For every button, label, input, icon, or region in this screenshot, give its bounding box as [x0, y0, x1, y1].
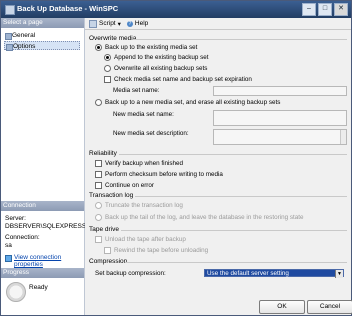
check-name-expiration-option[interactable]: Check media set name and backup set expi… [104, 76, 252, 83]
truncate-log-option[interactable]: Truncate the transaction log [95, 202, 183, 209]
unload-tape-label: Unload the tape after backup [105, 236, 186, 243]
minimize-button[interactable]: – [302, 3, 316, 16]
append-option[interactable]: Append to the existing backup set [104, 54, 209, 61]
window-controls: – □ ✕ [302, 3, 348, 16]
divider [135, 196, 347, 197]
rewind-tape-option[interactable]: Rewind the tape before unloading [104, 247, 208, 254]
options-page: Script ▾ ? Help Overwrite media Back up … [85, 18, 352, 315]
divider [119, 154, 347, 155]
radio-unselected[interactable] [104, 65, 111, 72]
sidebar-item-label: Options [13, 43, 36, 50]
backup-compression-select[interactable]: Use the default server setting ▼ [204, 269, 344, 278]
script-icon [89, 19, 97, 28]
backup-new-label: Back up to a new media set, and erase al… [105, 99, 281, 106]
chevron-down-icon[interactable]: ▼ [335, 270, 343, 278]
divider [121, 230, 347, 231]
sidebar-item-general[interactable]: General [4, 31, 80, 40]
server-label: Server: [5, 215, 26, 222]
window-app-icon [5, 5, 15, 15]
checkbox[interactable] [104, 76, 111, 83]
new-media-set-name-text: New media set name: [113, 111, 174, 118]
script-button[interactable]: Script ▾ [89, 19, 121, 28]
connection-label: Connection: [5, 234, 40, 241]
new-media-set-name-field[interactable] [213, 110, 347, 126]
checkbox[interactable] [95, 160, 102, 167]
tape-drive-title: Tape drive [89, 226, 119, 233]
radio-selected[interactable] [95, 44, 102, 51]
check-name-expiration-label: Check media set name and backup set expi… [114, 76, 252, 83]
backup-compression-text: Set backup compression: [95, 270, 166, 277]
left-panel: Select a page General Options Connection… [1, 18, 87, 315]
rewind-tape-label: Rewind the tape before unloading [114, 247, 209, 254]
append-label: Append to the existing backup set [114, 54, 209, 61]
toolbar: Script ▾ ? Help [85, 18, 351, 30]
backup-compression-value: Use the default server setting [207, 270, 289, 277]
checksum-label: Perform checksum before writing to media [105, 171, 223, 178]
truncate-log-label: Truncate the transaction log [105, 202, 183, 209]
reliability-title: Reliability [89, 150, 117, 157]
new-media-set-description-label: New media set description: [113, 130, 189, 137]
close-button[interactable]: ✕ [334, 3, 348, 16]
radio-selected[interactable] [104, 54, 111, 61]
title-bar[interactable]: Back Up Database - WinSPC – □ ✕ [1, 1, 351, 18]
divider [125, 262, 347, 263]
view-connection-properties-link[interactable]: View connection properties [5, 254, 84, 268]
chevron-down-icon: ▾ [117, 20, 121, 28]
new-media-set-description-field[interactable] [213, 129, 347, 145]
radio-unselected[interactable] [95, 214, 102, 221]
unload-tape-option[interactable]: Unload the tape after backup [95, 236, 186, 243]
connection-header: Connection [1, 201, 84, 211]
cancel-button[interactable]: Cancel [307, 300, 352, 314]
connection-value: sa [5, 242, 12, 249]
backup-compression-label: Set backup compression: [95, 270, 166, 277]
select-page-header: Select a page [1, 18, 84, 28]
sidebar-item-options[interactable]: Options [4, 41, 80, 51]
radio-unselected[interactable] [95, 99, 102, 106]
sidebar-item-label: General [12, 32, 36, 39]
transaction-log-title: Transaction log [89, 192, 134, 199]
backup-database-window: Back Up Database - WinSPC – □ ✕ Select a… [0, 0, 352, 316]
ok-button[interactable]: OK [259, 300, 305, 314]
checkbox[interactable] [95, 236, 102, 243]
new-media-set-description-text: New media set description: [113, 130, 189, 137]
script-label: Script [99, 20, 116, 27]
tail-log-label: Back up the tail of the log, and leave t… [105, 214, 304, 221]
backup-new-option[interactable]: Back up to a new media set, and erase al… [95, 99, 280, 106]
tail-log-option[interactable]: Back up the tail of the log, and leave t… [95, 214, 303, 221]
continue-on-error-option[interactable]: Continue on error [95, 182, 154, 189]
help-icon: ? [126, 20, 133, 27]
overwrite-all-label: Overwrite all existing backup sets [114, 65, 208, 72]
window-title: Back Up Database - WinSPC [17, 4, 119, 13]
overwrite-all-option[interactable]: Overwrite all existing backup sets [104, 65, 207, 72]
backup-existing-label: Back up to the existing media set [105, 44, 198, 51]
server-value: DBSERVER\SQLEXPRESS [5, 223, 87, 230]
compression-title: Compression [89, 258, 128, 265]
verify-option[interactable]: Verify backup when finished [95, 160, 183, 167]
description-scrollbar[interactable] [340, 130, 346, 144]
help-button[interactable]: ? Help [126, 20, 149, 27]
new-media-set-name-label: New media set name: [113, 111, 174, 118]
divider [133, 39, 347, 40]
backup-existing-option[interactable]: Back up to the existing media set [95, 44, 197, 51]
checksum-option[interactable]: Perform checksum before writing to media [95, 171, 223, 178]
checkbox[interactable] [104, 247, 111, 254]
media-set-name-text: Media set name: [113, 87, 160, 94]
progress-status: Ready [29, 284, 48, 291]
help-label: Help [134, 20, 149, 27]
page-icon [5, 33, 12, 40]
radio-unselected[interactable] [95, 202, 102, 209]
page-icon [6, 44, 13, 51]
media-set-name-label: Media set name: [113, 87, 160, 94]
continue-on-error-label: Continue on error [105, 182, 155, 189]
maximize-button[interactable]: □ [318, 3, 332, 16]
overwrite-media-title: Overwrite media [89, 35, 137, 42]
verify-label: Verify backup when finished [105, 160, 184, 167]
view-connection-properties-label: View connection properties [14, 254, 62, 268]
checkbox[interactable] [95, 171, 102, 178]
media-set-name-field[interactable] [213, 86, 347, 96]
progress-spinner-icon [6, 282, 26, 302]
properties-icon [5, 255, 12, 262]
progress-header: Progress [1, 268, 84, 278]
checkbox[interactable] [95, 182, 102, 189]
